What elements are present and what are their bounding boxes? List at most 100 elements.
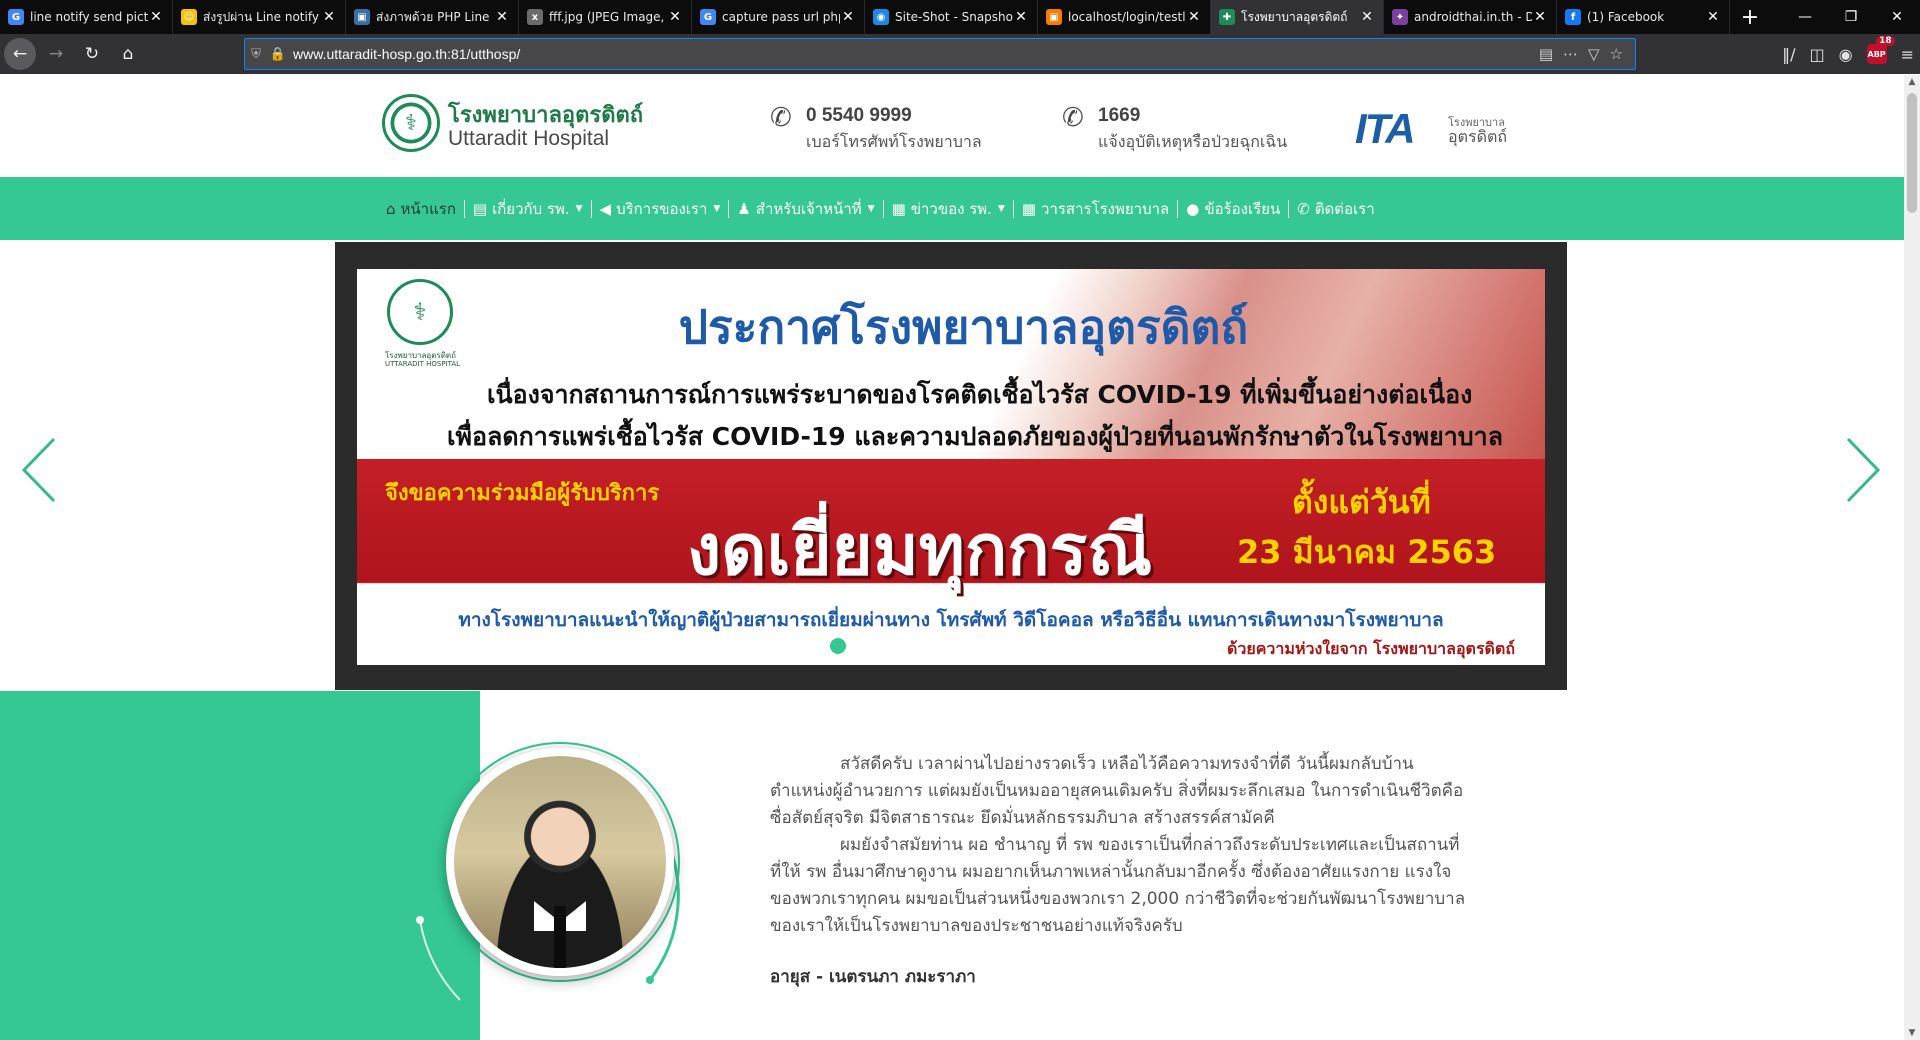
hospital-logo[interactable]: ⚕ — [382, 94, 440, 152]
tab-title: localhost/login/testl — [1068, 10, 1186, 24]
menu-separator — [463, 199, 465, 218]
ita-logo-text: ITA — [1355, 105, 1416, 152]
url-text[interactable]: www.uttaradit-hosp.go.th:81/utthosp/ — [293, 46, 1539, 62]
menu-item[interactable]: ✆ ติดต่อเรา — [1291, 194, 1380, 224]
close-tab-icon[interactable]: ✕ — [1532, 9, 1548, 25]
navigation-toolbar: ← → ↻ ⌂ ⛨ 🔒 www.uttaradit-hosp.go.th:81/… — [0, 34, 1920, 74]
journal-icon: ▦ — [1021, 199, 1037, 218]
page-actions-icon[interactable]: ⋯ — [1563, 45, 1578, 63]
restore-button[interactable]: ❐ — [1828, 0, 1874, 34]
close-tab-icon[interactable]: ✕ — [1359, 9, 1375, 25]
browser-tab[interactable]: ✚ โรงพยาบาลอุตรดิตถ์ ✕ — [1211, 0, 1384, 34]
browser-tab[interactable]: Gline notify send pictu ✕ — [0, 0, 173, 34]
browser-tab[interactable]: ▣ localhost/login/testl ✕ — [1038, 0, 1211, 34]
slider-dot[interactable] — [1055, 638, 1071, 654]
slider-dot[interactable] — [830, 638, 846, 654]
ita-logo[interactable]: ITA — [1355, 105, 1416, 153]
browser-tab[interactable]: x fff.jpg (JPEG Image, ✕ — [519, 0, 692, 34]
caret-down-icon: ▼ — [997, 203, 1005, 214]
close-tab-icon[interactable]: ✕ — [494, 9, 510, 25]
banner-slider: ⚕ โรงพยาบาลอุตรดิตถ์ UTTARADIT HOSPITAL … — [335, 242, 1567, 690]
bookmark-star-icon[interactable]: ☆ — [1610, 45, 1623, 63]
slider-prev-arrow[interactable] — [18, 435, 62, 505]
menu-item[interactable]: ▦ วารสารโรงพยาบาล — [1016, 194, 1175, 224]
close-tab-icon[interactable]: ✕ — [840, 9, 856, 25]
slider-dot[interactable] — [855, 638, 871, 654]
director-paragraph-1: สวัสดีครับ เวลาผ่านไปอย่างรวดเร็ว เหลือไ… — [770, 754, 1464, 828]
page-scrollbar[interactable]: ▲ ▼ — [1904, 75, 1920, 1040]
account-icon[interactable]: ◉ — [1839, 45, 1853, 64]
close-tab-icon[interactable]: ✕ — [1186, 9, 1202, 25]
browser-tab[interactable]: ▣ ส่งภาพด้วย PHP Line ✕ — [346, 0, 519, 34]
phone-icon: ✆ — [770, 103, 792, 133]
tab-list: Gline notify send pictu ✕ ☺ ส่งรูปผ่าน Line… — [0, 0, 1730, 34]
shield-icon[interactable]: ⛨ — [245, 47, 267, 62]
toolbar-icons: ‖∕ ◫ ◉ ABP 18 ≡ — [1782, 36, 1914, 70]
hospital-name-en[interactable]: Uttaradit Hospital — [448, 127, 609, 151]
chevron-left-icon — [21, 437, 56, 503]
menu-item-label: วารสารโรงพยาบาล — [1041, 199, 1170, 218]
slider-dot[interactable] — [955, 638, 971, 654]
slider-dot[interactable] — [1005, 638, 1021, 654]
director-portrait — [446, 748, 674, 976]
scroll-down-icon[interactable]: ▼ — [1904, 1028, 1920, 1038]
tab-title: ส่งภาพด้วย PHP Line — [376, 9, 490, 24]
close-window-button[interactable]: ✕ — [1874, 0, 1920, 34]
browser-tab[interactable]: ◉ Site-Shot - Snapshot ✕ — [865, 0, 1038, 34]
close-tab-icon[interactable]: ✕ — [1013, 9, 1029, 25]
reload-button[interactable]: ↻ — [76, 38, 108, 70]
menu-item[interactable]: ◀ บริการของเรา ▼ — [594, 194, 727, 224]
menu-item[interactable]: ▤ เกี่ยวกับ รพ. ▼ — [467, 194, 589, 224]
menu-item-label: ข่าวของ รพ. — [910, 199, 992, 218]
pocket-icon[interactable]: ▽ — [1588, 45, 1600, 63]
sidebar-icon[interactable]: ◫ — [1810, 45, 1825, 64]
forward-button[interactable]: → — [40, 38, 72, 70]
browser-tab[interactable]: ✦ androidthai.in.th - D ✕ — [1384, 0, 1557, 34]
slider-dot[interactable] — [980, 638, 996, 654]
close-tab-icon[interactable]: ✕ — [667, 9, 683, 25]
close-tab-icon[interactable]: ✕ — [1705, 9, 1721, 25]
phone-icon: ✆ — [1062, 103, 1084, 133]
menu-item[interactable]: ⌂ หน้าแรก — [380, 194, 462, 224]
address-bar[interactable]: ⛨ 🔒 www.uttaradit-hosp.go.th:81/utthosp/… — [244, 38, 1636, 70]
slider-dot[interactable] — [930, 638, 946, 654]
close-tab-icon[interactable]: ✕ — [148, 9, 164, 25]
library-icon[interactable]: ‖∕ — [1782, 45, 1795, 64]
new-tab-button[interactable]: + — [1730, 0, 1770, 34]
menu-icon[interactable]: ≡ — [1901, 45, 1914, 64]
page-viewport: ⚕ โรงพยาบาลอุตรดิตถ์ Uttaradit Hospital … — [0, 75, 1904, 1040]
insecure-lock-icon[interactable]: 🔒 — [267, 47, 289, 62]
close-tab-icon[interactable]: ✕ — [321, 9, 337, 25]
menu-item[interactable]: ♟ สำหรับเจ้าหน้าที่ ▼ — [731, 194, 880, 224]
back-button[interactable]: ← — [4, 38, 36, 70]
scrollbar-thumb[interactable] — [1907, 93, 1917, 213]
covid-banner-slide[interactable]: ⚕ โรงพยาบาลอุตรดิตถ์ UTTARADIT HOSPITAL … — [357, 269, 1545, 665]
reader-view-icon[interactable]: ▤ — [1539, 45, 1553, 63]
browser-tab[interactable]: f (1) Facebook ✕ — [1557, 0, 1730, 34]
director-paragraph-2: ผมยังจำสมัยท่าน ผอ ชำนาญ ที่ รพ ของเราเป… — [770, 835, 1466, 936]
image-icon: x — [527, 9, 543, 25]
adblock-icon[interactable]: ABP 18 — [1866, 36, 1895, 64]
menu-item[interactable]: ● ข้อร้องเรียน — [1180, 194, 1286, 224]
caret-down-icon: ▼ — [713, 203, 721, 214]
caret-down-icon: ▼ — [867, 203, 875, 214]
tab-title: Site-Shot - Snapshot — [895, 10, 1013, 24]
scroll-up-icon[interactable]: ▲ — [1904, 77, 1920, 87]
ita-subtitle-name: อุตรดิตถ์ — [1448, 127, 1508, 146]
emergency-phone-number: 1669 — [1098, 105, 1141, 126]
slider-dot[interactable] — [880, 638, 896, 654]
slider-next-arrow[interactable] — [1840, 435, 1884, 505]
slider-dot[interactable] — [1030, 638, 1046, 654]
menu-item-label: เกี่ยวกับ รพ. — [492, 199, 570, 218]
browser-tab[interactable]: Gcapture pass url php ✕ — [692, 0, 865, 34]
home-button[interactable]: ⌂ — [112, 38, 144, 70]
minimize-button[interactable]: — — [1782, 0, 1828, 34]
emergency-phone-desc: แจ้งอุบัติเหตุหรือป่วยฉุกเฉิน — [1098, 132, 1288, 151]
page-icon: ▣ — [1046, 9, 1062, 25]
chevron-right-icon — [1846, 437, 1881, 503]
menu-item[interactable]: ▦ ข่าวของ รพ. ▼ — [886, 194, 1011, 224]
banner-signoff: ด้วยความห่วงใยจาก โรงพยาบาลอุตรดิตถ์ — [1226, 639, 1515, 658]
browser-tab[interactable]: ☺ ส่งรูปผ่าน Line notify ✕ — [173, 0, 346, 34]
slider-dot[interactable] — [905, 638, 921, 654]
hospital-phone-number: 0 5540 9999 — [806, 105, 912, 126]
